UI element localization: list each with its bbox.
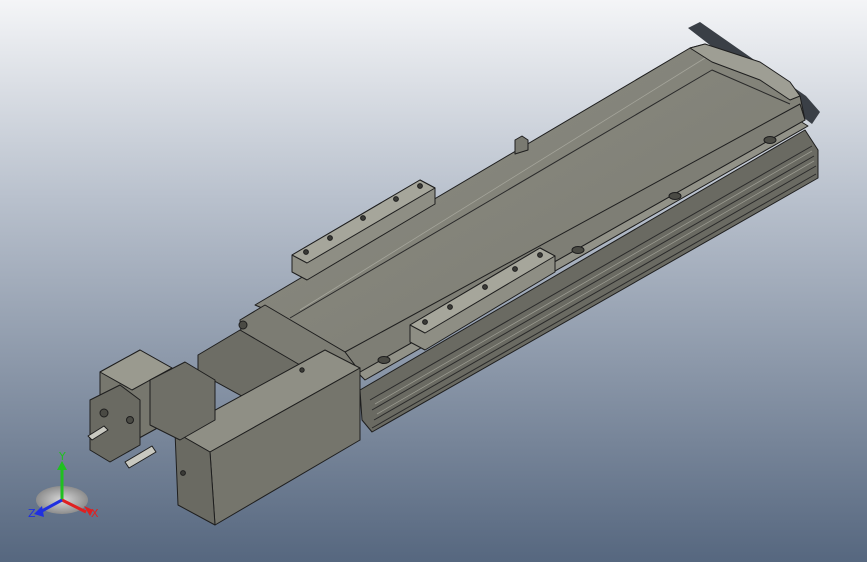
x-axis-label: X bbox=[91, 507, 99, 520]
viewport-canvas[interactable]: Y X Z bbox=[0, 0, 867, 562]
z-axis-label: Z bbox=[28, 507, 36, 520]
bolt-hole bbox=[482, 284, 488, 290]
bolt-hole bbox=[537, 252, 543, 258]
bolt-hole bbox=[447, 304, 453, 310]
cad-viewport[interactable]: Y X Z bbox=[0, 0, 867, 562]
rail-hole bbox=[571, 246, 585, 254]
rail-hole bbox=[668, 192, 682, 200]
bolt-hole bbox=[512, 266, 518, 272]
rail-hole bbox=[377, 356, 391, 364]
rail-hole bbox=[763, 136, 777, 144]
y-axis-label: Y bbox=[58, 450, 66, 463]
bolt-hole bbox=[422, 319, 428, 325]
